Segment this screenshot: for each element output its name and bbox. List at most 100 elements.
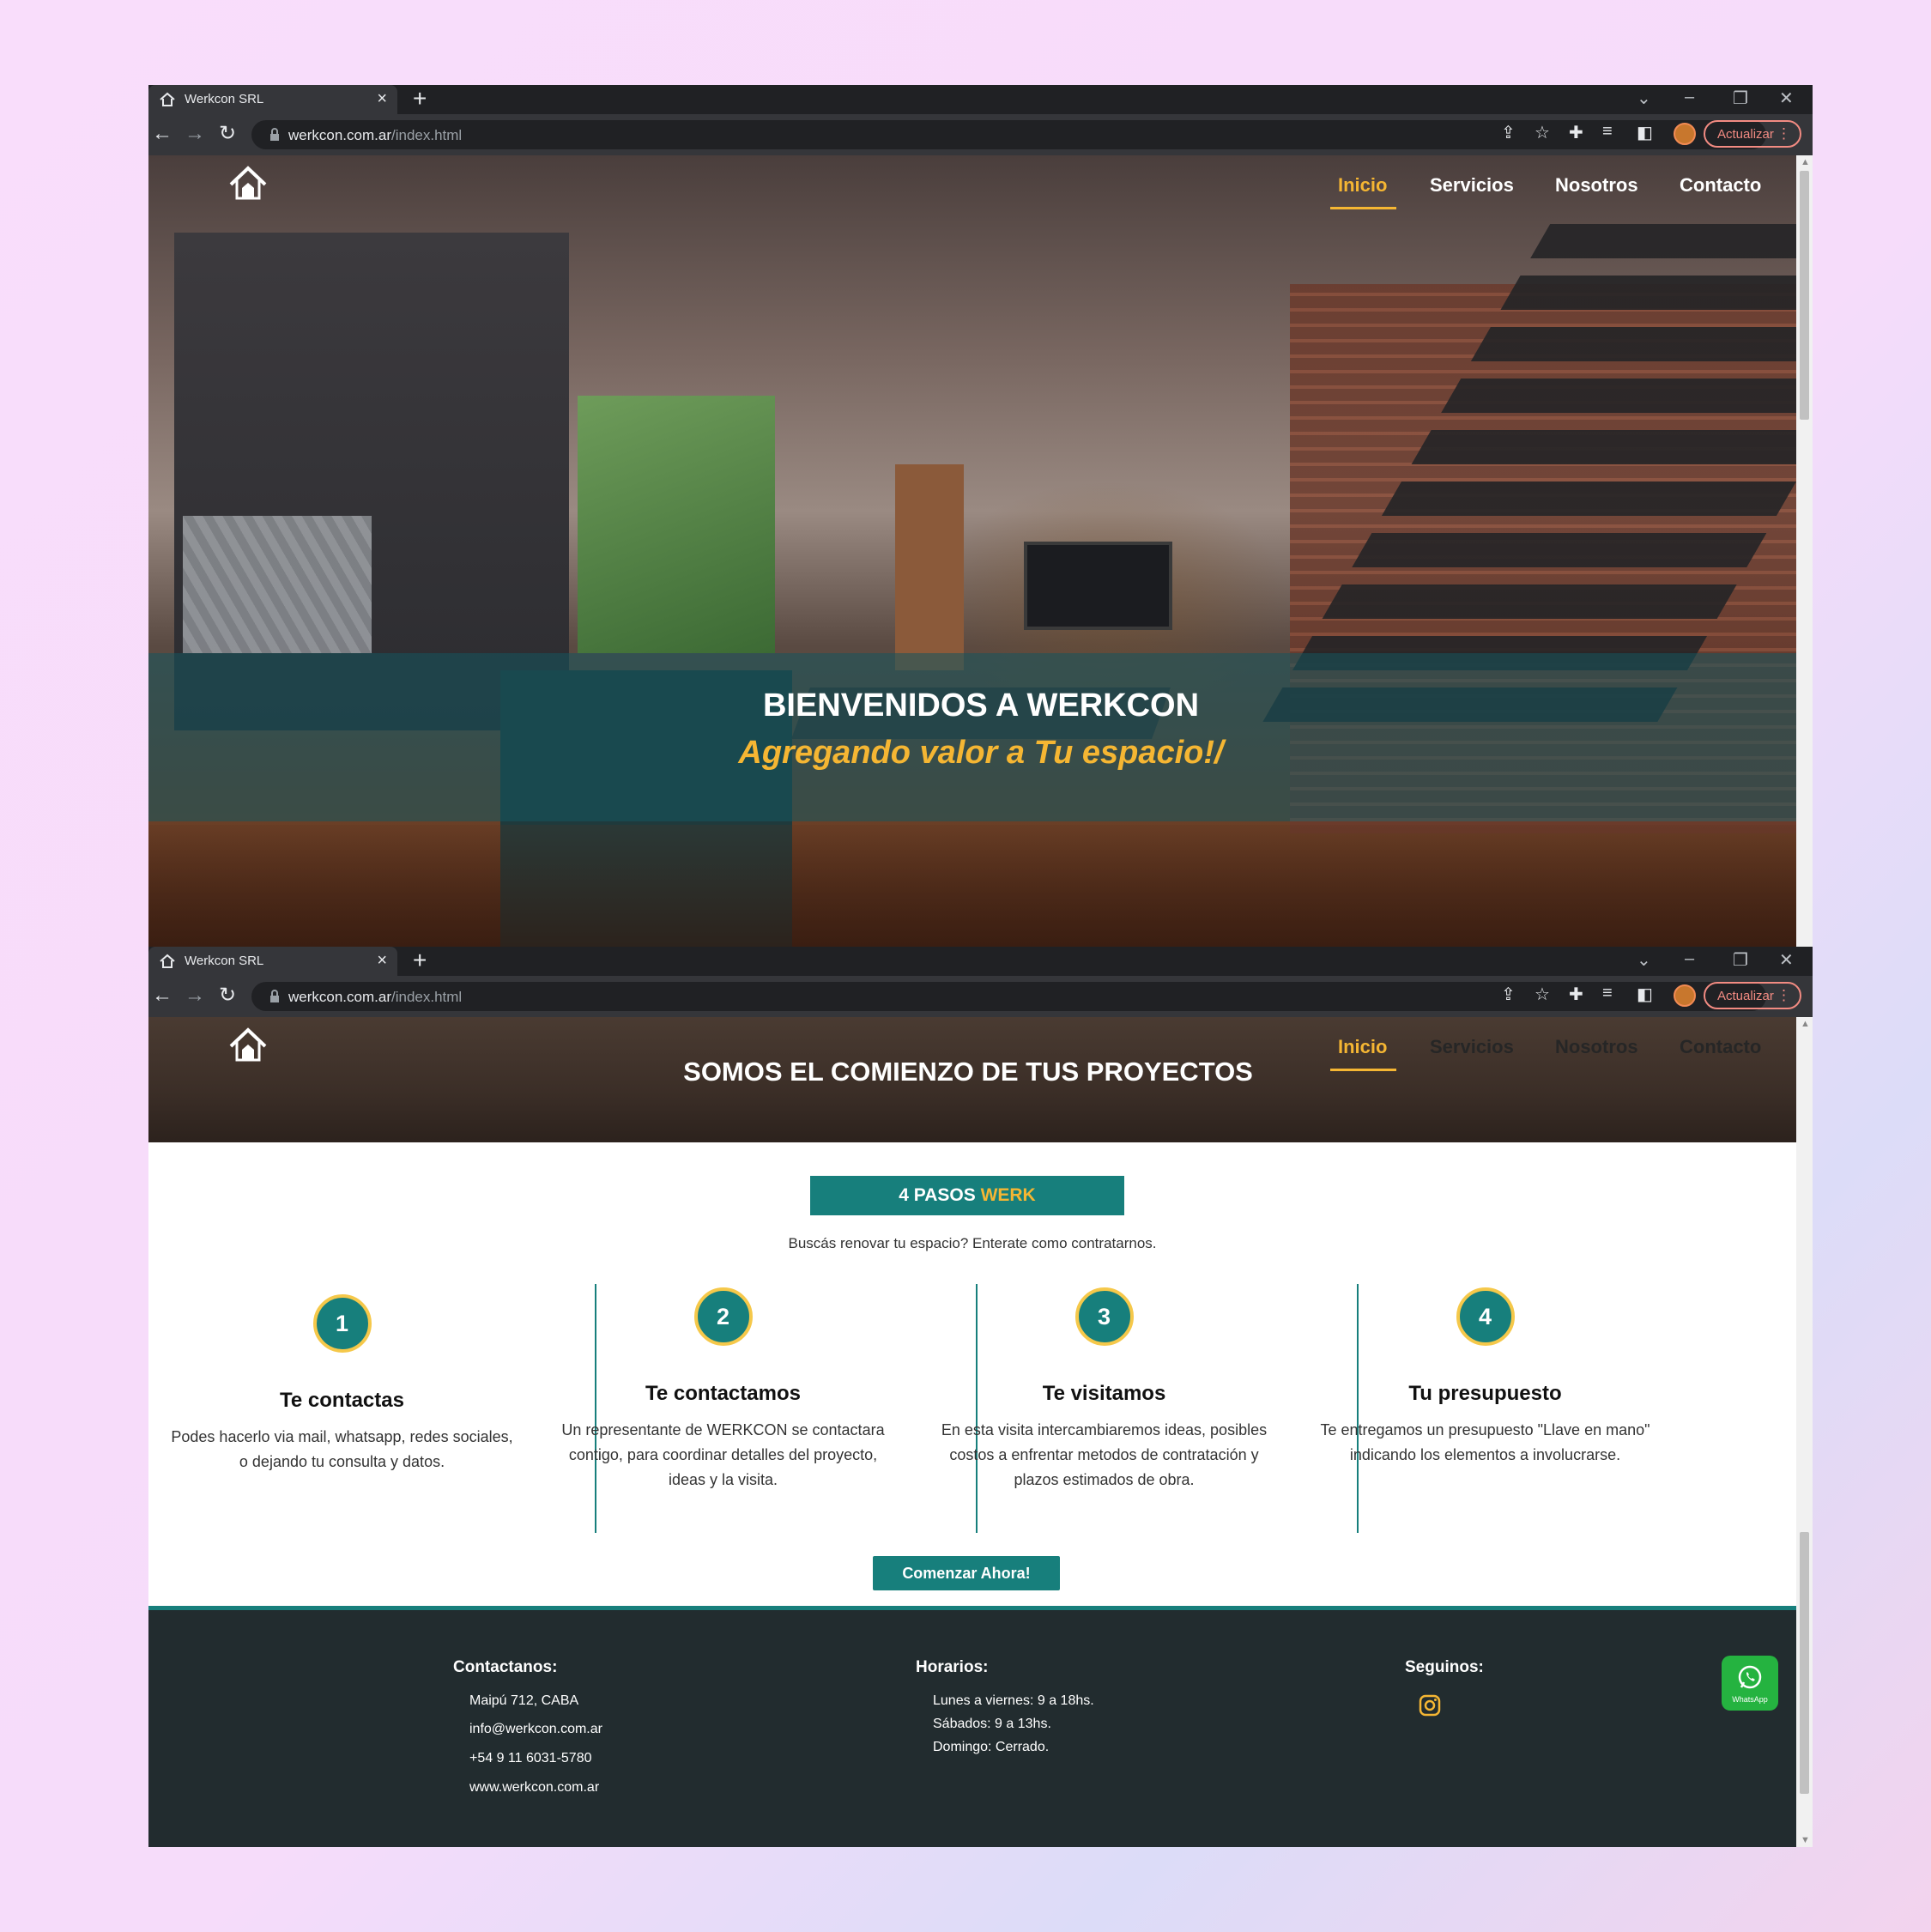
nav-inicio[interactable]: Inicio [1338, 1036, 1387, 1058]
minimize-icon[interactable]: – [1685, 949, 1694, 969]
site-navbar: Inicio Servicios Nosotros Contacto [148, 1017, 1796, 1077]
back-icon[interactable]: ← [152, 984, 173, 1008]
share-icon[interactable]: ⇪ [1501, 984, 1516, 1005]
tab-search-icon[interactable]: ⌄ [1637, 88, 1651, 109]
browser-tab[interactable]: Werkcon SRL × [148, 947, 397, 976]
new-tab-button[interactable]: + [413, 86, 427, 112]
bookmark-star-icon[interactable]: ☆ [1535, 984, 1550, 1005]
hours-weekdays: Lunes a viernes: 9 a 18hs. [933, 1693, 1094, 1708]
active-nav-underline [1330, 1069, 1396, 1071]
browser-toolbar: ← → ↻ werkcon.com.ar/index.html ⇪ ☆ ✚ ≡ … [148, 114, 1813, 155]
scrollbar-thumb[interactable] [1800, 171, 1809, 420]
logo-house-icon[interactable] [227, 164, 269, 203]
profile-avatar[interactable] [1674, 123, 1696, 145]
step-card: 3 Te visitamos En esta visita intercambi… [913, 1284, 1295, 1533]
extensions-icon[interactable]: ✚ [1569, 122, 1583, 143]
browser-window-bottom: Werkcon SRL × + ⌄ – ❐ ✕ ← → ↻ werkcon.co… [148, 947, 1813, 1847]
hero-image-tv [1024, 542, 1172, 630]
tab-search-icon[interactable]: ⌄ [1637, 949, 1651, 971]
logo-house-icon[interactable] [227, 1026, 269, 1065]
minimize-icon[interactable]: – [1685, 88, 1694, 107]
extensions-icon[interactable]: ✚ [1569, 984, 1583, 1005]
close-tab-icon[interactable]: × [377, 951, 387, 971]
tab-title: Werkcon SRL [185, 954, 264, 968]
page-viewport: BIENVENIDOS A WERKCON Agregando valor a … [148, 155, 1796, 947]
contact-address: Maipú 712, CABA [469, 1693, 579, 1708]
browser-tab[interactable]: Werkcon SRL × [148, 85, 397, 114]
home-icon [160, 954, 175, 968]
lock-icon [270, 128, 279, 141]
scroll-up-icon: ▲ [1801, 157, 1810, 167]
nav-nosotros[interactable]: Nosotros [1555, 1036, 1638, 1058]
contact-website[interactable]: www.werkcon.com.ar [469, 1780, 599, 1796]
home-icon [160, 92, 175, 106]
hours-heading: Horarios: [916, 1658, 989, 1676]
close-tab-icon[interactable]: × [377, 89, 387, 109]
url-text: werkcon.com.ar/index.html [288, 989, 463, 1005]
start-now-button[interactable]: Comenzar Ahora! [873, 1556, 1060, 1590]
nav-servicios[interactable]: Servicios [1430, 174, 1514, 197]
step-number-badge: 1 [312, 1294, 372, 1353]
whatsapp-icon [1738, 1665, 1762, 1689]
side-panel-icon[interactable]: ◧ [1637, 984, 1653, 1005]
nav-servicios[interactable]: Servicios [1430, 1036, 1514, 1058]
url-text: werkcon.com.ar/index.html [288, 127, 463, 143]
step-card: 1 Te contactas Podes hacerlo via mail, w… [151, 1284, 533, 1533]
lock-icon [270, 990, 279, 1002]
hero-subtitle: Agregando valor a Tu espacio!/ [738, 735, 1224, 771]
nav-nosotros[interactable]: Nosotros [1555, 174, 1638, 197]
contact-phone[interactable]: +54 9 11 6031-5780 [469, 1751, 592, 1766]
page-viewport: SOMOS EL COMIENZO DE TUS PROYECTOS Inici… [148, 1017, 1796, 1847]
contact-email[interactable]: info@werkcon.com.ar [469, 1722, 602, 1737]
site-footer: Contactanos: Maipú 712, CABA info@werkco… [148, 1606, 1796, 1847]
scroll-up-icon: ▲ [1801, 1019, 1810, 1029]
reload-icon[interactable]: ↻ [219, 984, 236, 1008]
forward-icon[interactable]: → [185, 984, 205, 1008]
steps-section: 4 PASOS WERK Buscás renovar tu espacio? … [148, 1142, 1796, 1606]
new-tab-button[interactable]: + [413, 948, 427, 973]
update-button[interactable]: Actualizar ⋮ [1704, 982, 1801, 1009]
update-button[interactable]: Actualizar ⋮ [1704, 120, 1801, 148]
step-text: Un representante de WERKCON se contactar… [561, 1421, 885, 1488]
step-title: Te contactamos [645, 1382, 801, 1405]
step-text: En esta visita intercambiaremos ideas, p… [941, 1421, 1268, 1488]
step-number-badge: 2 [693, 1287, 753, 1346]
scrollbar[interactable]: ▲ ▼ [1796, 1017, 1813, 1847]
step-card: 2 Te contactamos Un representante de WER… [532, 1284, 914, 1533]
step-title: Te contactas [280, 1389, 404, 1412]
restore-icon[interactable]: ❐ [1733, 949, 1748, 971]
close-window-icon[interactable]: ✕ [1779, 949, 1794, 971]
step-card: 4 Tu presupuesto Te entregamos un presup… [1294, 1284, 1676, 1533]
side-panel-icon[interactable]: ◧ [1637, 122, 1653, 143]
whatsapp-label: WhatsApp [1732, 1695, 1768, 1704]
hero-image-window [578, 396, 775, 653]
steps-intro: Buscás renovar tu espacio? Enterate como… [788, 1235, 1157, 1251]
hero-image-backsplash [183, 516, 372, 653]
nav-inicio[interactable]: Inicio [1338, 174, 1387, 197]
media-icon[interactable]: ≡ [1602, 984, 1613, 1003]
social-heading: Seguinos: [1405, 1658, 1484, 1676]
profile-avatar[interactable] [1674, 984, 1696, 1007]
nav-contacto[interactable]: Contacto [1680, 174, 1761, 197]
scrollbar-thumb[interactable] [1800, 1532, 1809, 1794]
nav-contacto[interactable]: Contacto [1680, 1036, 1761, 1058]
back-icon[interactable]: ← [152, 122, 173, 146]
bookmark-star-icon[interactable]: ☆ [1535, 122, 1550, 143]
share-icon[interactable]: ⇪ [1501, 122, 1516, 143]
whatsapp-button[interactable]: WhatsApp [1722, 1656, 1778, 1711]
menu-dots-icon: ⋮ [1777, 987, 1791, 1003]
active-nav-underline [1330, 207, 1396, 209]
reload-icon[interactable]: ↻ [219, 122, 236, 146]
close-window-icon[interactable]: ✕ [1779, 88, 1794, 109]
media-icon[interactable]: ≡ [1602, 122, 1613, 142]
contact-heading: Contactanos: [453, 1658, 558, 1676]
forward-icon[interactable]: → [185, 122, 205, 146]
hours-saturday: Sábados: 9 a 13hs. [933, 1717, 1051, 1731]
step-text: Podes hacerlo via mail, whatsapp, redes … [171, 1428, 513, 1470]
scrollbar[interactable]: ▲ [1796, 155, 1813, 947]
instagram-icon[interactable] [1419, 1694, 1441, 1717]
tab-strip: Werkcon SRL × + ⌄ – ❐ ✕ [148, 947, 1813, 976]
step-number-badge: 4 [1456, 1287, 1515, 1346]
restore-icon[interactable]: ❐ [1733, 88, 1748, 109]
step-text: Te entregamos un presupuesto "Llave en m… [1320, 1421, 1650, 1463]
